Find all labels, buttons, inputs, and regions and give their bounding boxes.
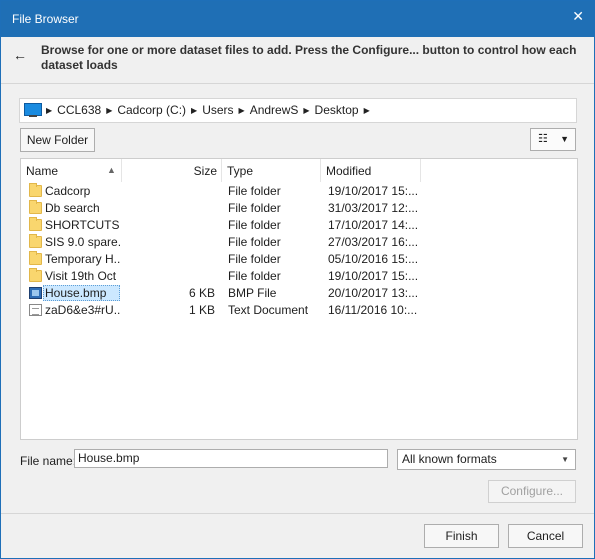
close-icon[interactable]: ✕ (572, 8, 584, 25)
new-folder-button[interactable]: New Folder (20, 128, 95, 152)
column-name-label: Name (26, 164, 59, 178)
file-modified: 05/10/2016 15:... (328, 252, 419, 266)
folder-icon (29, 217, 42, 231)
file-name-input[interactable]: House.bmp (74, 449, 388, 468)
file-name: SIS 9.0 spare... (45, 235, 120, 249)
list-item[interactable]: zaD6&e3#rU... 1 KB Text Document 16/11/2… (21, 302, 577, 319)
file-modified: 19/10/2017 15:... (328, 184, 419, 198)
folder-icon (29, 268, 42, 282)
divider (1, 513, 594, 514)
file-list[interactable]: Name ▲ Size Type Modified Cadcorp File fo… (20, 158, 578, 440)
text-file-icon (29, 304, 42, 316)
column-name[interactable]: Name ▲ (21, 159, 122, 182)
breadcrumb-item[interactable]: AndrewS (250, 103, 299, 117)
file-type: Text Document (228, 303, 309, 317)
list-item[interactable]: SHORTCUTS File folder 17/10/2017 14:... (21, 217, 577, 234)
window-title: File Browser (12, 12, 79, 26)
view-options-button[interactable]: ☷ ▼ (530, 128, 576, 151)
file-type: File folder (228, 218, 281, 232)
folder-icon (29, 200, 42, 214)
details-view-icon: ☷ (538, 133, 548, 145)
chevron-right-icon[interactable]: ▶ (239, 106, 245, 115)
title-bar: File Browser ✕ (1, 1, 594, 37)
list-item[interactable]: Db search File folder 31/03/2017 12:... (21, 200, 577, 217)
folder-icon (29, 251, 42, 265)
file-name: Visit 19th Oct (45, 269, 117, 283)
breadcrumb-item[interactable]: CCL638 (57, 103, 101, 117)
computer-icon (24, 103, 42, 117)
list-item[interactable]: Temporary H... File folder 05/10/2016 15… (21, 251, 577, 268)
format-selected-value: All known formats (402, 452, 497, 466)
breadcrumb-item[interactable]: Users (202, 103, 233, 117)
finish-button[interactable]: Finish (424, 524, 499, 548)
chevron-right-icon[interactable]: ▶ (364, 106, 370, 115)
dialog-header: ← Browse for one or more dataset files t… (1, 37, 594, 84)
file-size: 6 KB (188, 286, 215, 300)
chevron-right-icon[interactable]: ▶ (46, 106, 52, 115)
breadcrumb-item[interactable]: Cadcorp (C:) (117, 103, 186, 117)
chevron-down-icon: ▼ (560, 134, 569, 144)
file-modified: 27/03/2017 16:... (328, 235, 419, 249)
instructions-text: Browse for one or more dataset files to … (41, 43, 577, 72)
column-headers: Name ▲ Size Type Modified (21, 159, 577, 182)
list-item[interactable]: SIS 9.0 spare... File folder 27/03/2017 … (21, 234, 577, 251)
file-type: File folder (228, 252, 281, 266)
file-type: File folder (228, 269, 281, 283)
chevron-right-icon[interactable]: ▶ (191, 106, 197, 115)
chevron-down-icon: ▼ (561, 455, 569, 464)
format-select[interactable]: All known formats ▼ (397, 449, 576, 470)
file-modified: 31/03/2017 12:... (328, 201, 419, 215)
address-bar[interactable]: ▶ CCL638 ▶ Cadcorp (C:) ▶ Users ▶ Andrew… (19, 98, 577, 123)
chevron-right-icon[interactable]: ▶ (303, 106, 309, 115)
file-modified: 20/10/2017 13:... (328, 286, 419, 300)
list-item-selected[interactable]: House.bmp 6 KB BMP File 20/10/2017 13:..… (21, 285, 577, 302)
file-type: BMP File (228, 286, 277, 300)
file-type: File folder (228, 235, 281, 249)
file-size: 1 KB (188, 303, 215, 317)
list-item[interactable]: Cadcorp File folder 19/10/2017 15:... (21, 183, 577, 200)
column-type[interactable]: Type (222, 159, 321, 182)
file-name: zaD6&e3#rU... (45, 303, 120, 317)
file-browser-window: File Browser ✕ ← Browse for one or more … (0, 0, 595, 559)
file-name: Db search (45, 201, 100, 215)
file-name: Temporary H... (45, 252, 120, 266)
chevron-right-icon[interactable]: ▶ (106, 106, 112, 115)
file-name: House.bmp (45, 286, 107, 300)
back-arrow-icon[interactable]: ← (13, 47, 27, 63)
cancel-button[interactable]: Cancel (508, 524, 583, 548)
file-type: File folder (228, 184, 281, 198)
folder-icon (29, 183, 42, 197)
file-name: SHORTCUTS (45, 218, 120, 232)
list-item[interactable]: Visit 19th Oct File folder 19/10/2017 15… (21, 268, 577, 285)
file-modified: 16/11/2016 10:... (328, 303, 418, 317)
column-size[interactable]: Size (122, 159, 222, 182)
file-name: Cadcorp (45, 184, 91, 198)
column-modified[interactable]: Modified (321, 159, 421, 182)
image-file-icon (29, 287, 42, 299)
breadcrumb-item[interactable]: Desktop (315, 103, 359, 117)
configure-button[interactable]: Configure... (488, 480, 576, 503)
sort-up-icon: ▲ (107, 165, 116, 175)
file-type: File folder (228, 201, 281, 215)
breadcrumb: ▶ CCL638 ▶ Cadcorp (C:) ▶ Users ▶ Andrew… (46, 103, 370, 117)
file-name-label: File name: (20, 454, 77, 468)
folder-icon (29, 234, 42, 248)
file-modified: 17/10/2017 14:... (328, 218, 419, 232)
file-modified: 19/10/2017 15:... (328, 269, 419, 283)
